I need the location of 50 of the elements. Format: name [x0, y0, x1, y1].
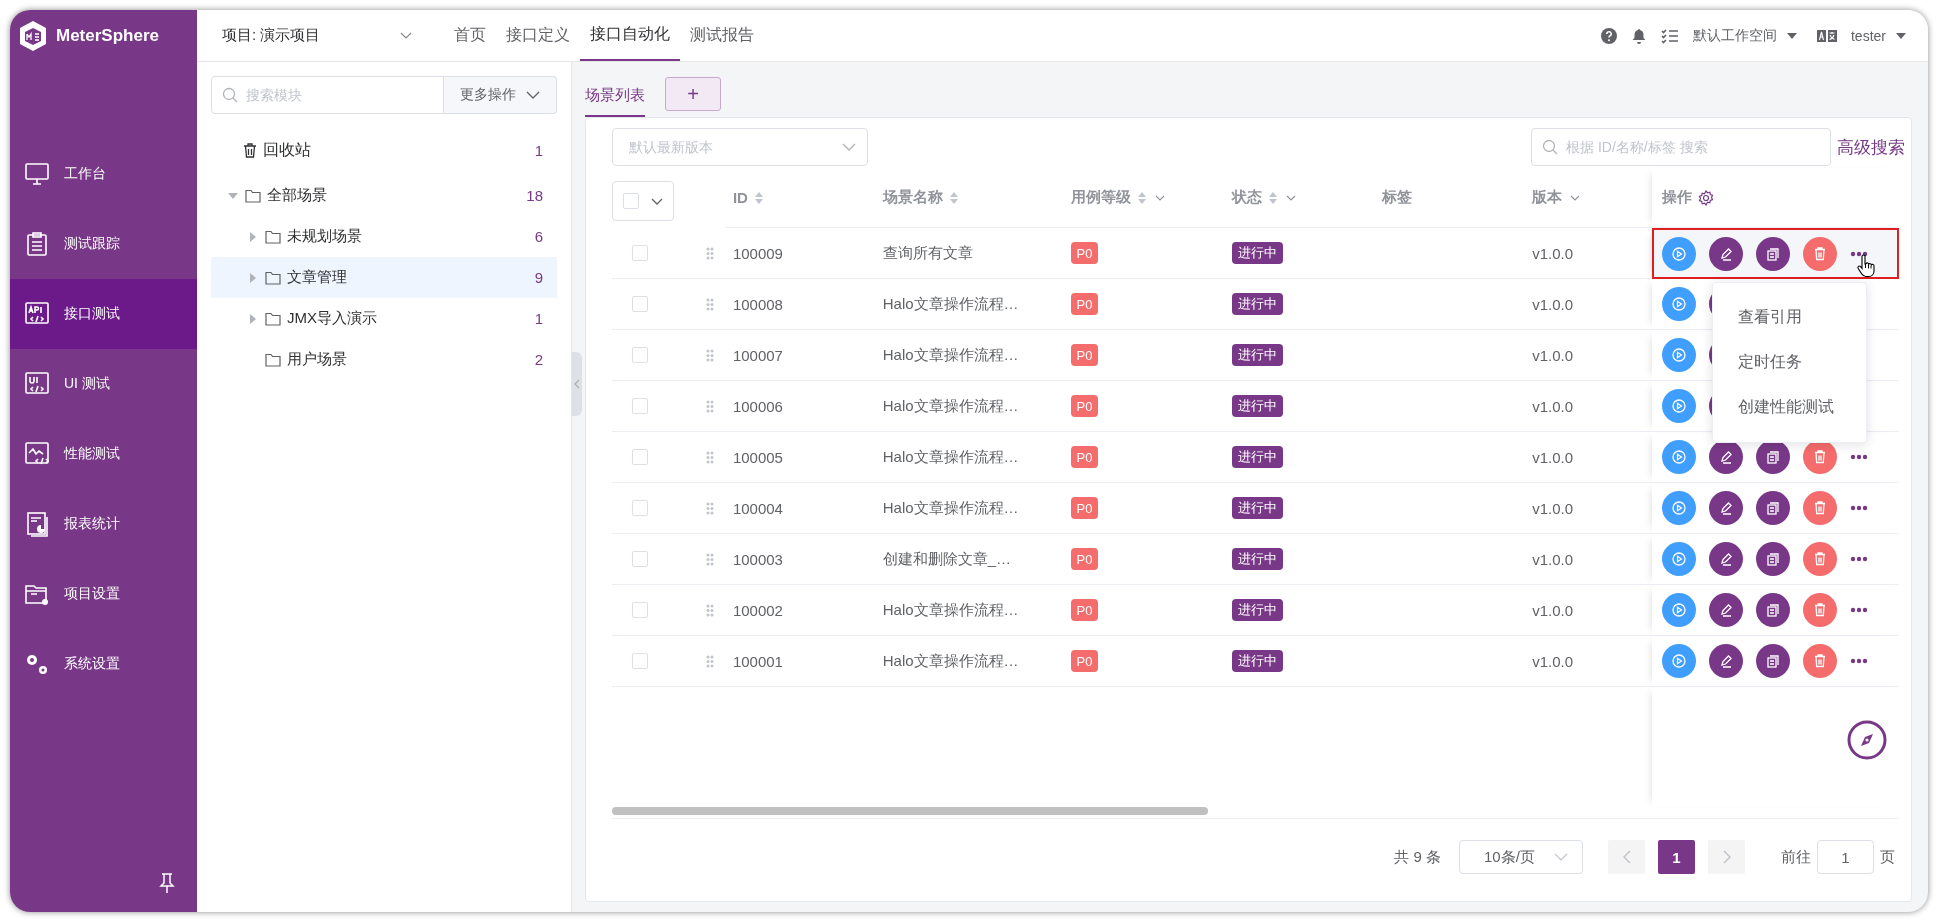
table-cell: Halo文章操作流程… — [882, 345, 1019, 365]
status-tag: 进行中 — [1232, 344, 1284, 366]
table-cell: 100004 — [732, 499, 783, 517]
table-cell: Halo文章操作流程… — [882, 447, 1019, 467]
table-cell: v1.0.0 — [1532, 550, 1573, 568]
table-cell: 100008 — [732, 295, 783, 313]
page-label: 页 — [1880, 847, 1895, 867]
priority-tag: P0 — [1070, 242, 1099, 264]
table-cell: 100002 — [732, 601, 783, 619]
table-cell: Halo文章操作流程… — [882, 498, 1019, 518]
priority-tag: P0 — [1070, 650, 1099, 672]
status-tag: 进行中 — [1232, 497, 1284, 519]
priority-tag: P0 — [1070, 293, 1099, 315]
goto-label: 前往 — [1781, 847, 1811, 867]
table-cell: 100009 — [732, 244, 783, 262]
status-tag: 进行中 — [1232, 446, 1284, 468]
table-cell: v1.0.0 — [1532, 295, 1573, 313]
table-cell: Halo文章操作流程… — [882, 396, 1019, 416]
table-cell: 查询所有文章 — [882, 243, 973, 263]
app-name: MeterSphere — [56, 26, 159, 46]
priority-tag: P0 — [1070, 344, 1099, 366]
table-cell: v1.0.0 — [1532, 652, 1573, 670]
priority-tag: P0 — [1070, 395, 1099, 417]
table-cell: 100003 — [732, 550, 783, 568]
priority-tag: P0 — [1070, 548, 1099, 570]
priority-tag: P0 — [1070, 446, 1099, 468]
table-cell: v1.0.0 — [1532, 601, 1573, 619]
status-tag: 进行中 — [1232, 599, 1284, 621]
priority-tag: P0 — [1070, 599, 1099, 621]
status-tag: 进行中 — [1232, 650, 1284, 672]
table-cell: 创建和删除文章_… — [882, 549, 1012, 569]
table-cell: Halo文章操作流程… — [882, 294, 1019, 314]
table-cell: 100007 — [732, 346, 783, 364]
table-cell: Halo文章操作流程… — [882, 651, 1019, 671]
total-count: 共 9 条 — [1394, 847, 1441, 867]
table-cell: Halo文章操作流程… — [882, 600, 1019, 620]
table-cell: v1.0.0 — [1532, 448, 1573, 466]
table-cell: v1.0.0 — [1532, 499, 1573, 517]
status-tag: 进行中 — [1232, 395, 1284, 417]
status-tag: 进行中 — [1232, 242, 1284, 264]
table-cell: 100001 — [732, 652, 783, 670]
column-header: 操作 — [1662, 188, 1692, 207]
status-tag: 进行中 — [1232, 548, 1284, 570]
status-tag: 进行中 — [1232, 293, 1284, 315]
table-cell: 100005 — [732, 448, 783, 466]
table-cell: 100006 — [732, 397, 783, 415]
table-cell: v1.0.0 — [1532, 244, 1573, 262]
table-cell: v1.0.0 — [1532, 397, 1573, 415]
table-cell: v1.0.0 — [1532, 346, 1573, 364]
priority-tag: P0 — [1070, 497, 1099, 519]
